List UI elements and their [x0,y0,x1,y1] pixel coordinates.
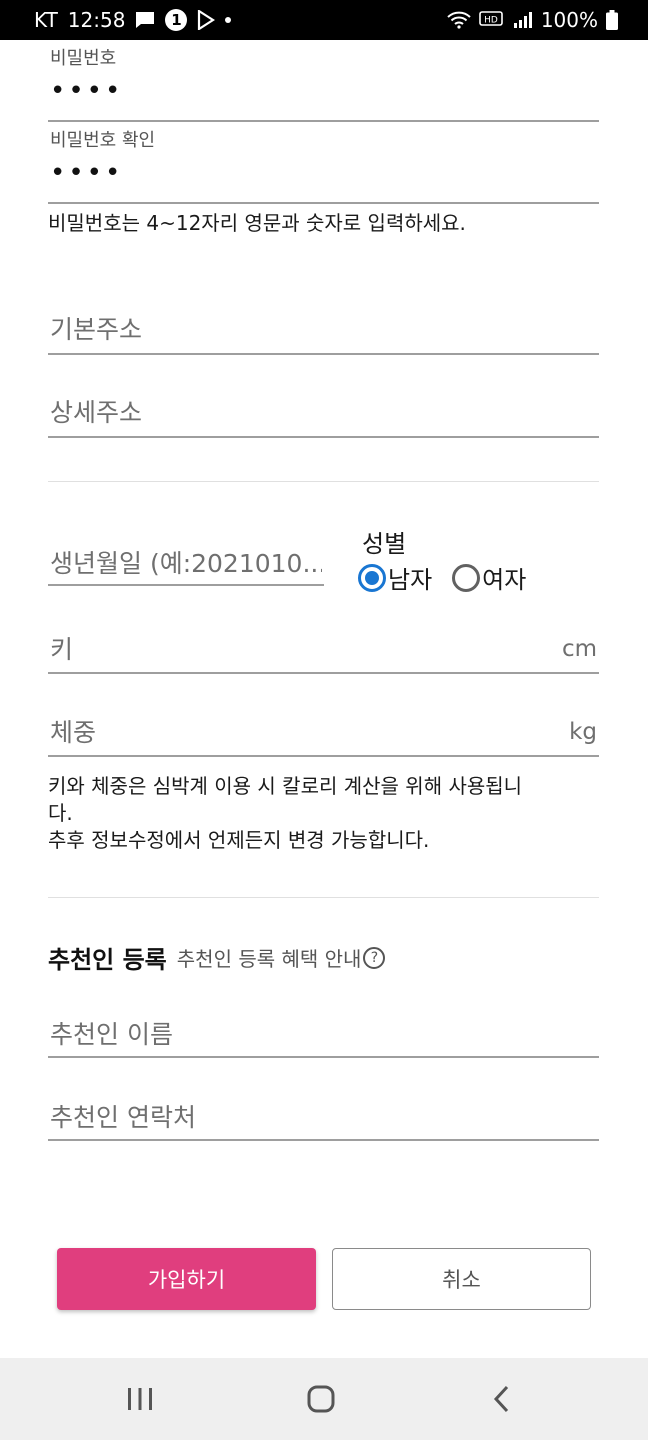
hd-label: HD [484,16,498,26]
wifi-icon [447,11,471,29]
signal-icon [513,11,533,29]
home-button[interactable] [281,1358,361,1440]
referrer-name-input[interactable]: 추천인 이름 [48,993,599,1058]
password-value: •••• [50,76,124,106]
password-help-text: 비밀번호는 4~12자리 영문과 숫자로 입력하세요. [48,211,466,235]
password-confirm-value: •••• [50,158,124,188]
hd-voice-icon: HD [479,10,505,30]
section-divider [48,897,599,898]
weight-placeholder: 체중 [50,718,97,747]
address-detail-placeholder: 상세주소 [50,398,143,427]
address-basic-input[interactable]: 기본주소 [48,290,599,355]
notification-count-badge: 1 [165,9,188,31]
gender-female-label[interactable]: 여자 [482,560,526,595]
birthdate-placeholder: 생년월일 (예:2021010... [50,549,322,578]
password-label: 비밀번호 [50,48,117,69]
battery-icon [606,10,618,30]
password-confirm-field[interactable]: 비밀번호 확인 •••• [48,122,599,204]
gender-male-radio[interactable] [358,563,386,592]
home-icon [307,1385,335,1413]
section-divider [48,481,599,482]
message-icon [135,11,155,29]
height-input[interactable]: 키 cm [48,608,599,674]
status-bar: KT 12:58 1 HD 100% [0,0,648,40]
height-unit: cm [561,636,597,662]
back-icon [493,1385,509,1413]
address-basic-placeholder: 기본주소 [50,315,143,344]
gender-title: 성별 [362,530,407,558]
password-field[interactable]: 비밀번호 •••• [48,40,599,122]
weight-unit: kg [569,719,597,745]
help-circle-icon[interactable]: ? [363,946,386,969]
body-help-line2: 다. [48,801,73,825]
referrer-contact-input[interactable]: 추천인 연락처 [48,1076,599,1141]
referrer-contact-placeholder: 추천인 연락처 [50,1103,196,1132]
referrer-title: 추천인 등록 [48,946,167,974]
play-store-icon [197,10,216,30]
birthdate-input[interactable]: 생년월일 (예:2021010... [48,520,324,586]
weight-input[interactable]: 체중 kg [48,691,599,757]
gender-female-radio[interactable] [452,563,481,592]
referrer-header: 추천인 등록 추천인 등록 혜택 안내 ? [48,940,386,975]
signup-button[interactable]: 가입하기 [57,1248,316,1310]
height-placeholder: 키 [50,635,74,664]
body-help-line1: 키와 체중은 심박계 이용 시 칼로리 계산을 위해 사용됩니 [48,774,523,798]
system-nav-bar [0,1358,648,1440]
cancel-button[interactable]: 취소 [332,1248,591,1310]
battery-percent: 100% [540,8,598,32]
back-button[interactable] [462,1358,542,1440]
more-notifications-dot [225,17,232,23]
recent-apps-icon [128,1388,152,1410]
address-detail-input[interactable]: 상세주소 [48,373,599,438]
clock: 12:58 [67,8,126,32]
recent-apps-button[interactable] [100,1358,180,1440]
gender-male-label[interactable]: 남자 [388,560,432,595]
carrier-label: KT [34,8,58,32]
gender-radio-group: 남자 여자 [358,560,546,595]
body-help-line3: 추후 정보수정에서 언제든지 변경 가능합니다. [48,828,430,852]
referrer-info-link[interactable]: 추천인 등록 혜택 안내 [177,943,362,972]
password-confirm-label: 비밀번호 확인 [50,130,156,151]
referrer-name-placeholder: 추천인 이름 [50,1020,173,1049]
